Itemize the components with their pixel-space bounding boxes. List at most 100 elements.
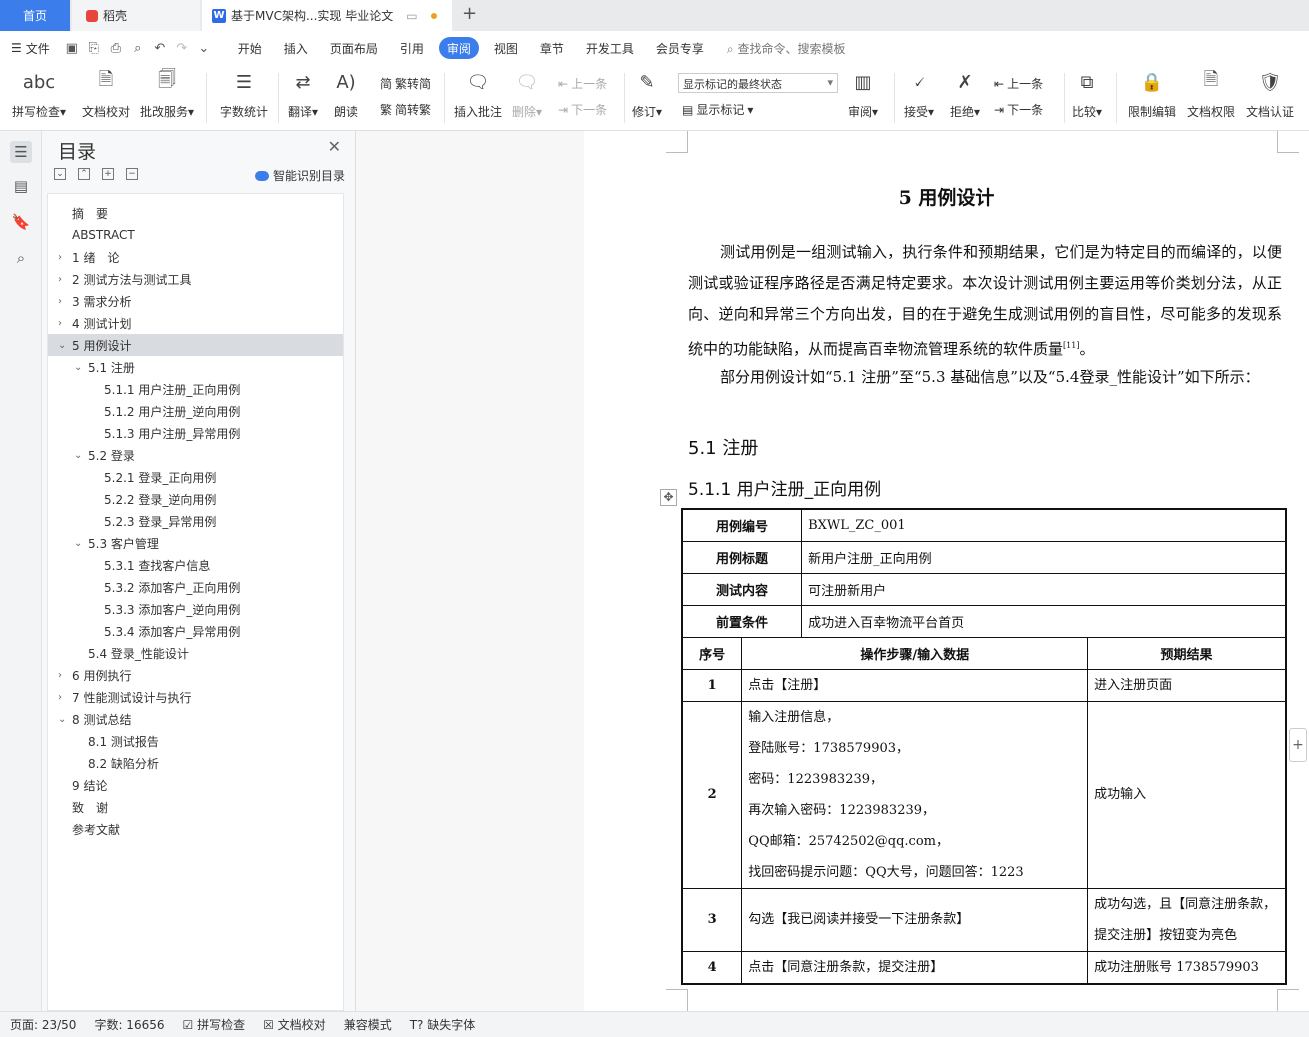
menu-3[interactable]: 引用 <box>389 37 435 59</box>
simp-to-trad-button[interactable]: 繁简转繁 <box>380 101 431 118</box>
citation[interactable]: [11] <box>1063 341 1079 350</box>
revise-button[interactable]: ✎ 修订▾ <box>632 69 662 120</box>
translate-button[interactable]: ⇄ 翻译▾ <box>288 69 318 120</box>
monitor-icon[interactable]: ▭ <box>406 9 417 23</box>
prev-change-button[interactable]: ⇤ 上一条 <box>994 75 1043 92</box>
toc-chevron-icon[interactable]: › <box>58 670 72 681</box>
markup-state-select[interactable]: 显示标记的最终状态 ▾ <box>678 73 838 93</box>
toc-item[interactable]: 摘 要 <box>48 202 343 224</box>
toc-item[interactable]: › 7 性能测试设计与执行 <box>48 686 343 708</box>
collapse-all-icon[interactable]: ⌄ <box>54 168 66 180</box>
word-count-button[interactable]: ☰ 字数统计 <box>220 69 268 120</box>
toc-chevron-icon[interactable]: › <box>58 252 72 263</box>
restrict-edit-button[interactable]: 🔒 限制编辑 <box>1128 69 1176 120</box>
tab-home[interactable]: 首页 <box>0 0 70 31</box>
missing-font[interactable]: T? 缺失字体 <box>410 1016 476 1033</box>
tab-document[interactable]: W 基于MVC架构...实现 毕业论文 ▭ <box>202 0 452 31</box>
toc-chevron-icon[interactable]: ⌄ <box>58 714 72 725</box>
menu-6[interactable]: 章节 <box>529 37 575 59</box>
review-pane-button[interactable]: ▥ 审阅▾ <box>848 69 878 120</box>
toc-item[interactable]: 9 结论 <box>48 774 343 796</box>
toc-item[interactable]: ⌄ 5 用例设计 <box>48 334 343 356</box>
page-indicator[interactable]: 页面: 23/50 <box>10 1016 76 1033</box>
toc-item[interactable]: 5.3.3 添加客户_逆向用例 <box>48 598 343 620</box>
toc-item[interactable]: 5.3.1 查找客户信息 <box>48 554 343 576</box>
close-icon[interactable]: ✕ <box>328 137 341 156</box>
toc-item[interactable]: 5.1.1 用户注册_正向用例 <box>48 378 343 400</box>
toc-item[interactable]: 致 谢 <box>48 796 343 818</box>
toc-chevron-icon[interactable]: › <box>58 318 72 329</box>
prev-comment-button[interactable]: ⇤ 上一条 <box>558 75 607 92</box>
side-expand-plus-icon[interactable]: + <box>1289 728 1307 762</box>
nav-pane-icon[interactable]: ▤ <box>10 175 32 197</box>
toc-item[interactable]: 8.1 测试报告 <box>48 730 343 752</box>
read-aloud-button[interactable]: A) 朗读 <box>334 69 358 120</box>
toc-item[interactable]: ABSTRACT <box>48 224 343 246</box>
next-comment-button[interactable]: ⇥ 下一条 <box>558 101 607 118</box>
word-count-indicator[interactable]: 字数: 16656 <box>94 1016 164 1033</box>
toc-item[interactable]: › 4 测试计划 <box>48 312 343 334</box>
expand-up-icon[interactable]: ⌃ <box>78 168 90 180</box>
status-spell-check[interactable]: ☑ 拼写检查 <box>183 1016 246 1033</box>
doc-permission-button[interactable]: 🗎 文档权限 <box>1187 69 1235 120</box>
table-move-icon[interactable]: ✥ <box>660 489 677 506</box>
command-search[interactable]: ⌕ 查找命令、搜索模板 <box>727 40 846 57</box>
toc-item[interactable]: 参考文献 <box>48 818 343 840</box>
undo-icon[interactable]: ↶ <box>149 38 171 58</box>
toc-item[interactable]: ⌄ 5.3 客户管理 <box>48 532 343 554</box>
toc-chevron-icon[interactable]: ⌄ <box>74 362 88 373</box>
bookmark-icon[interactable]: 🔖 <box>10 211 32 233</box>
toc-item[interactable]: 5.2.3 登录_异常用例 <box>48 510 343 532</box>
delete-comment-button[interactable]: 🗨 删除▾ <box>512 69 542 120</box>
expand-plus-icon[interactable]: + <box>102 168 114 180</box>
batch-service-button[interactable]: 🗐 批改服务▾ <box>140 69 194 120</box>
trad-to-simp-button[interactable]: 简繁转简 <box>380 75 431 92</box>
toc-item[interactable]: 5.2.1 登录_正向用例 <box>48 466 343 488</box>
toc-icon[interactable]: ☰ <box>10 141 32 163</box>
menu-5[interactable]: 视图 <box>483 37 529 59</box>
collapse-minus-icon[interactable]: − <box>126 168 138 180</box>
toc-item[interactable]: › 2 测试方法与测试工具 <box>48 268 343 290</box>
show-markup-button[interactable]: ▤ 显示标记 ▾ <box>682 101 753 118</box>
toc-chevron-icon[interactable]: ⌄ <box>74 538 88 549</box>
doc-check-button[interactable]: 🗎 文档校对 <box>82 69 130 120</box>
spell-check-button[interactable]: abc 拼写检查▾ <box>12 69 66 120</box>
toc-chevron-icon[interactable]: ⌄ <box>58 340 72 351</box>
menu-4[interactable]: 审阅 <box>438 37 479 59</box>
menu-8[interactable]: 会员专享 <box>645 37 715 59</box>
menu-0[interactable]: 开始 <box>227 37 273 59</box>
compat-mode[interactable]: 兼容模式 <box>344 1016 392 1033</box>
toc-item[interactable]: 5.3.4 添加客户_异常用例 <box>48 620 343 642</box>
preview-icon[interactable]: ⌕ <box>127 38 149 58</box>
toc-chevron-icon[interactable]: ⌄ <box>74 450 88 461</box>
toc-item[interactable]: 5.4 登录_性能设计 <box>48 642 343 664</box>
smart-toc-button[interactable]: 智能识别目录 <box>254 167 345 184</box>
toc-chevron-icon[interactable]: › <box>58 274 72 285</box>
toc-item[interactable]: ⌄ 5.1 注册 <box>48 356 343 378</box>
toc-item[interactable]: › 3 需求分析 <box>48 290 343 312</box>
toc-item[interactable]: 8.2 缺陷分析 <box>48 752 343 774</box>
print-icon[interactable]: ⎙ <box>105 38 127 58</box>
file-menu[interactable]: ☰ 文件 <box>0 37 61 59</box>
toc-item[interactable]: › 6 用例执行 <box>48 664 343 686</box>
insert-comment-button[interactable]: 🗨 插入批注 <box>454 69 502 120</box>
next-change-button[interactable]: ⇥ 下一条 <box>994 101 1043 118</box>
redo-icon[interactable]: ↷ <box>171 38 193 58</box>
toc-item[interactable]: 5.1.3 用户注册_异常用例 <box>48 422 343 444</box>
doc-cert-button[interactable]: 🛡 文档认证 <box>1246 69 1294 120</box>
status-doc-check[interactable]: ☒ 文档校对 <box>263 1016 326 1033</box>
compare-button[interactable]: ⧉ 比较▾ <box>1072 69 1102 120</box>
menu-2[interactable]: 页面布局 <box>319 37 389 59</box>
tab-daoke[interactable]: 稻壳 <box>72 0 200 31</box>
accept-button[interactable]: 🗸 接受▾ <box>904 69 934 120</box>
chevron-down-icon[interactable]: ⌄ <box>193 38 215 58</box>
toc-item[interactable]: ⌄ 8 测试总结 <box>48 708 343 730</box>
toc-item[interactable]: ⌄ 5.2 登录 <box>48 444 343 466</box>
reject-button[interactable]: ✗ 拒绝▾ <box>950 69 980 120</box>
new-tab-plus-icon[interactable]: + <box>462 3 477 24</box>
search-icon[interactable]: ⌕ <box>10 247 32 269</box>
toc-item[interactable]: › 1 绪 论 <box>48 246 343 268</box>
toc-item[interactable]: 5.1.2 用户注册_逆向用例 <box>48 400 343 422</box>
toc-item[interactable]: 5.2.2 登录_逆向用例 <box>48 488 343 510</box>
save-icon[interactable]: ▣ <box>61 38 83 58</box>
